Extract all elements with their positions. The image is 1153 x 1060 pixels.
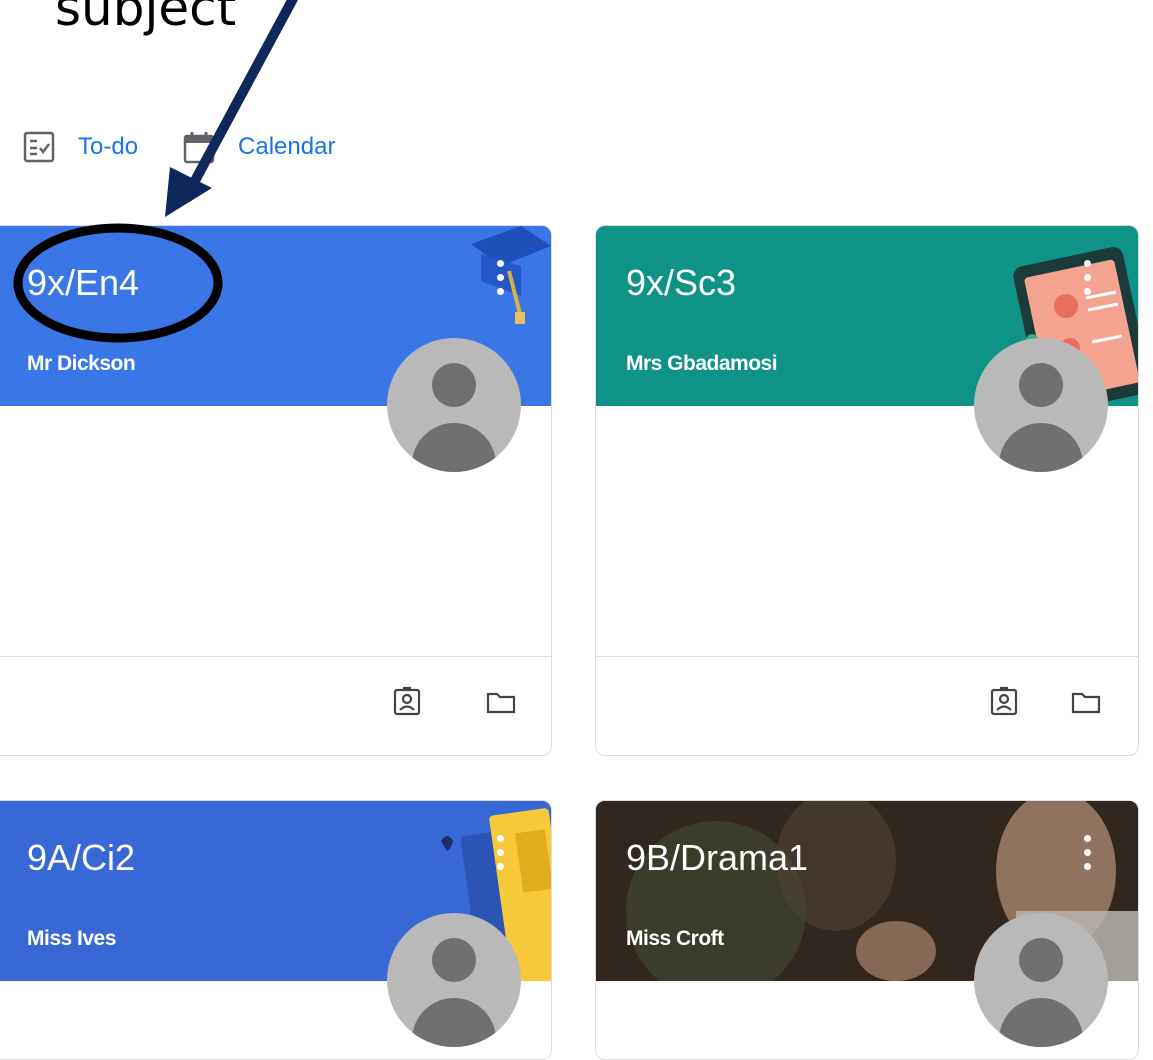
todo-label: To-do (78, 133, 139, 160)
class-title[interactable]: 9x/Sc3 (626, 262, 736, 304)
folder-icon[interactable] (485, 686, 517, 718)
class-card-drama1[interactable]: 9B/Drama1 Miss Croft (595, 800, 1139, 1060)
people-icon[interactable] (988, 686, 1020, 718)
teacher-name: Mrs Gbadamosi (626, 352, 778, 375)
avatar (974, 338, 1108, 472)
card-divider (596, 656, 1138, 657)
teacher-name: Mr Dickson (27, 352, 136, 375)
class-card-en4[interactable]: 9x/En4 Mr Dickson (0, 225, 552, 756)
avatar (387, 338, 521, 472)
teacher-name: Miss Ives (27, 927, 116, 950)
more-vert-icon[interactable] (1078, 256, 1096, 300)
teacher-name: Miss Croft (626, 927, 724, 950)
class-title[interactable]: 9A/Ci2 (27, 837, 135, 879)
pointer-arrow-head (165, 167, 212, 217)
more-vert-icon[interactable] (491, 831, 509, 875)
class-title[interactable]: 9B/Drama1 (626, 837, 808, 879)
todo-link[interactable]: To-do (22, 130, 138, 164)
card-divider (0, 656, 551, 657)
calendar-icon (182, 130, 216, 164)
folder-icon[interactable] (1070, 686, 1102, 718)
calendar-link[interactable]: Calendar (182, 130, 335, 164)
more-vert-icon[interactable] (1078, 831, 1096, 875)
class-card-sc3[interactable]: 9x/Sc3 Mrs Gbadamosi (595, 225, 1139, 756)
more-vert-icon[interactable] (491, 256, 509, 300)
avatar (387, 913, 521, 1047)
annotation-subject-text: subject (55, 0, 237, 37)
avatar (974, 913, 1108, 1047)
annotation-label: subject (55, 0, 236, 38)
todo-list-icon (22, 130, 56, 164)
class-title[interactable]: 9x/En4 (27, 262, 139, 304)
calendar-label: Calendar (238, 133, 336, 160)
top-nav: To-do Calendar (22, 125, 379, 169)
people-icon[interactable] (391, 686, 423, 718)
class-card-ci2[interactable]: 9A/Ci2 Miss Ives (0, 800, 552, 1060)
